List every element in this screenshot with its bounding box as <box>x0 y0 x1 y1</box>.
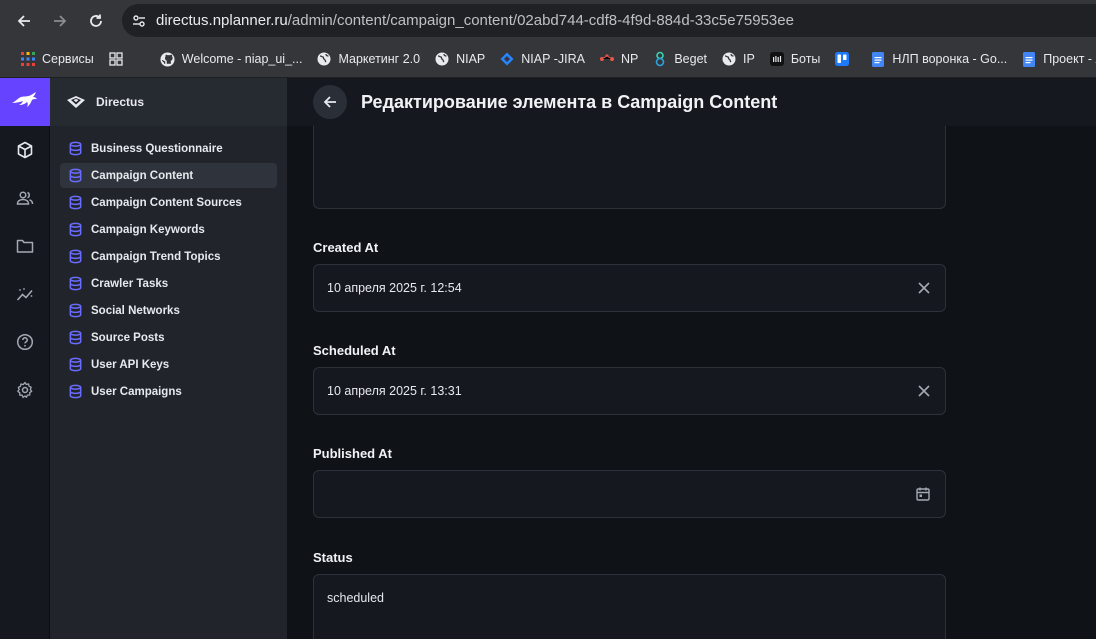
sidebar-item-campaign-keywords[interactable]: Campaign Keywords <box>60 217 277 242</box>
text-field[interactable] <box>313 126 946 209</box>
scheduled-at-label: Scheduled At <box>313 343 396 358</box>
sidebar-item-label: Business Questionnaire <box>91 142 223 155</box>
database-icon <box>68 168 83 183</box>
calendar-icon[interactable] <box>915 486 931 502</box>
address-bar[interactable]: directus.nplanner.ru/admin/content/campa… <box>122 4 1096 37</box>
back-icon[interactable] <box>6 3 42 39</box>
github-icon <box>160 51 176 67</box>
bookmark-tab-groups[interactable] <box>102 45 138 73</box>
back-button[interactable] <box>313 85 347 119</box>
bookmark-niap-jira[interactable]: NIAP -JIRA <box>493 45 593 73</box>
sidebar-item-label: Campaign Keywords <box>91 223 205 236</box>
bookmark-services[interactable]: Сервисы <box>14 45 102 73</box>
database-icon <box>68 303 83 318</box>
trello-icon <box>834 51 850 67</box>
beget-icon <box>652 51 668 67</box>
database-icon <box>68 141 83 156</box>
database-icon <box>68 222 83 237</box>
sidebar-item-business-questionnaire[interactable]: Business Questionnaire <box>60 136 277 161</box>
forward-icon[interactable] <box>42 3 78 39</box>
page-title: Редактирование элемента в Campaign Conte… <box>361 91 778 112</box>
clear-icon[interactable] <box>917 281 931 295</box>
jira-icon <box>499 51 515 67</box>
bookmark-ip[interactable]: IP <box>715 45 763 73</box>
database-icon <box>68 195 83 210</box>
sidebar-item-label: User Campaigns <box>91 385 182 398</box>
created-at-label: Created At <box>313 240 379 255</box>
google-docs-icon <box>1021 51 1037 67</box>
project-header[interactable]: Directus <box>50 78 287 126</box>
published-at-label: Published At <box>313 446 392 461</box>
sidebar-item-label: User API Keys <box>91 358 170 371</box>
tab-groups-icon <box>108 51 124 67</box>
globe-icon <box>721 51 737 67</box>
sidebar-item-crawler-tasks[interactable]: Crawler Tasks <box>60 271 277 296</box>
help-icon[interactable] <box>0 318 50 366</box>
bookmark-project[interactable]: Проект - AP <box>1015 45 1096 73</box>
sidebar-item-label: Campaign Content Sources <box>91 196 242 209</box>
sidebar-item-source-posts[interactable]: Source Posts <box>60 325 277 350</box>
bookmarks-bar: Сервисы Welcome - niap_ui_... Маркетинг … <box>0 41 1096 78</box>
clear-icon[interactable] <box>917 384 931 398</box>
users-module-icon[interactable] <box>0 174 50 222</box>
sidebar-item-label: Campaign Content <box>91 169 194 182</box>
scheduled-at-field[interactable]: 10 апреля 2025 г. 13:31 <box>313 367 946 415</box>
sidebar-item-label: Campaign Trend Topics <box>91 250 221 263</box>
arrow-left-icon <box>323 96 336 108</box>
module-bar <box>0 78 50 639</box>
globe-icon <box>316 51 332 67</box>
site-info-icon[interactable] <box>122 13 156 29</box>
sidebar-item-label: Source Posts <box>91 331 165 344</box>
sidebar-item-campaign-content-sources[interactable]: Campaign Content Sources <box>60 190 277 215</box>
directus-logo[interactable] <box>0 78 50 126</box>
created-at-value: 10 апреля 2025 г. 12:54 <box>327 281 462 295</box>
database-icon <box>68 330 83 345</box>
reload-icon[interactable] <box>78 3 114 39</box>
sidebar-item-campaign-trend-topics[interactable]: Campaign Trend Topics <box>60 244 277 269</box>
sidebar-item-user-api-keys[interactable]: User API Keys <box>60 352 277 377</box>
database-icon <box>68 357 83 372</box>
files-module-icon[interactable] <box>0 222 50 270</box>
bookmark-beget[interactable]: Beget <box>646 45 715 73</box>
status-label: Status <box>313 550 353 565</box>
sidebar-item-user-campaigns[interactable]: User Campaigns <box>60 379 277 404</box>
content-module-icon[interactable] <box>0 126 50 174</box>
published-at-field[interactable] <box>313 470 946 518</box>
scheduled-at-value: 10 апреля 2025 г. 13:31 <box>327 384 462 398</box>
google-docs-icon <box>870 51 886 67</box>
np-icon <box>599 51 615 67</box>
page-header: Редактирование элемента в Campaign Conte… <box>287 78 1096 126</box>
bookmark-marketing[interactable]: Маркетинг 2.0 <box>310 45 428 73</box>
collections-navigation: Directus Business Questionnaire Campaign … <box>50 78 287 639</box>
project-name: Directus <box>96 95 145 109</box>
bookmark-niap[interactable]: NIAP <box>428 45 493 73</box>
database-icon <box>68 276 83 291</box>
status-value: scheduled <box>327 591 384 605</box>
collection-list: Business Questionnaire Campaign Content Ca… <box>50 126 287 404</box>
url-text: directus.nplanner.ru/admin/content/campa… <box>156 12 794 29</box>
bots-icon <box>769 51 785 67</box>
settings-gear-icon[interactable] <box>0 366 50 414</box>
bookmark-trello[interactable] <box>828 45 864 73</box>
sidebar-item-campaign-content[interactable]: Campaign Content <box>60 163 277 188</box>
sidebar-item-label: Crawler Tasks <box>91 277 169 290</box>
created-at-field[interactable]: 10 апреля 2025 г. 12:54 <box>313 264 946 312</box>
bookmark-nlp-funnel[interactable]: НЛП воронка - Go... <box>864 45 1015 73</box>
main-content: Редактирование элемента в Campaign Conte… <box>287 78 1096 639</box>
database-icon <box>68 249 83 264</box>
sidebar-item-label: Social Networks <box>91 304 180 317</box>
apps-grid-icon <box>20 51 36 67</box>
bookmark-np[interactable]: NP <box>593 45 646 73</box>
bookmark-github[interactable]: Welcome - niap_ui_... <box>154 45 311 73</box>
insights-module-icon[interactable] <box>0 270 50 318</box>
sidebar-item-social-networks[interactable]: Social Networks <box>60 298 277 323</box>
status-field[interactable]: scheduled <box>313 574 946 639</box>
browser-toolbar: directus.nplanner.ru/admin/content/campa… <box>0 0 1096 41</box>
globe-icon <box>434 51 450 67</box>
database-icon <box>68 384 83 399</box>
bookmark-bots[interactable]: Боты <box>763 45 829 73</box>
project-logo-icon <box>66 95 86 109</box>
